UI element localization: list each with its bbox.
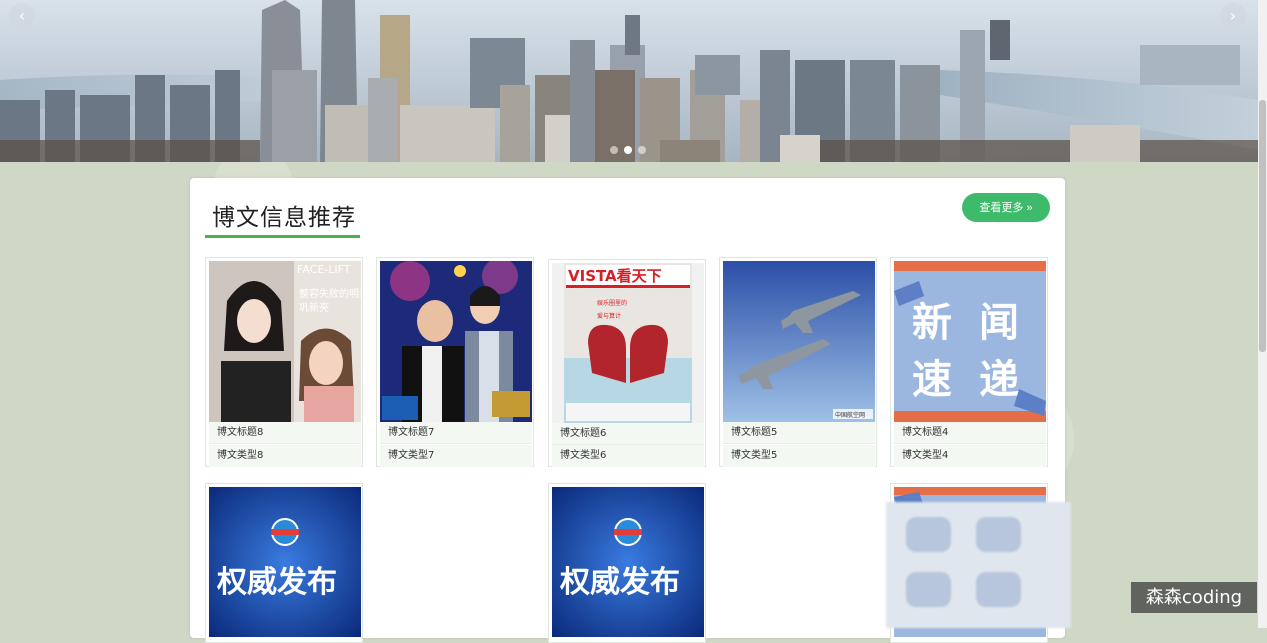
blog-card-title: 博文标题8: [209, 422, 361, 444]
blog-card-type: 博文类型8: [209, 445, 361, 467]
blog-card-image: 权威发布: [209, 487, 361, 637]
banner-dot[interactable]: [610, 146, 618, 154]
banner-dot-active[interactable]: [624, 146, 632, 154]
blog-card[interactable]: VISTA看天下 娱乐圈里的 爱与算计 博文标题6 博文类型6: [548, 259, 706, 467]
blog-card-title: 博文标题7: [380, 422, 532, 444]
banner-prev-button[interactable]: ‹: [9, 3, 35, 29]
blog-card-title: 博文标题6: [552, 423, 704, 445]
blog-card-type: 博文类型5: [723, 445, 875, 467]
svg-text:新: 新: [912, 300, 952, 346]
svg-text:速: 速: [912, 357, 952, 403]
blog-card[interactable]: 博文标题7 博文类型7: [376, 257, 534, 467]
blog-card-title: 博文标题5: [723, 422, 875, 444]
blog-card-type: 博文类型6: [552, 445, 704, 467]
blog-card[interactable]: FACE-LIFT 整容失败的明星 巩新亮 博文标题8 博文类型8: [205, 257, 363, 467]
banner-next-button[interactable]: ›: [1220, 3, 1246, 29]
blog-card-type: 博文类型7: [380, 445, 532, 467]
blog-card[interactable]: 新 闻 速 递 博文标题4 博文类型4: [890, 257, 1048, 467]
banner-pagination: [610, 146, 646, 154]
blog-card-image: VISTA看天下 娱乐圈里的 爱与算计: [552, 263, 704, 423]
watermark-label: 森森coding: [1131, 582, 1257, 613]
svg-text:娱乐圈里的: 娱乐圈里的: [597, 299, 627, 307]
blog-card-image: 中国航空网: [723, 261, 875, 422]
svg-text:闻: 闻: [979, 300, 1019, 346]
city-skyline-image: [0, 0, 1258, 162]
blog-card-title: 博文标题4: [894, 422, 1046, 444]
blog-card-image: 权威发布: [552, 487, 704, 637]
svg-text:权威发布: 权威发布: [559, 565, 680, 600]
blog-card-image: FACE-LIFT 整容失败的明星 巩新亮: [209, 261, 361, 422]
chevron-right-icon: ›: [1229, 6, 1237, 25]
blog-card[interactable]: 权威发布: [205, 483, 363, 643]
svg-text:整容失败的明星: 整容失败的明星: [299, 287, 361, 300]
blog-card-image: 新 闻 速 递: [894, 261, 1046, 422]
view-more-button[interactable]: 查看更多 »: [962, 193, 1050, 222]
blog-card-image: [380, 261, 532, 422]
svg-text:递: 递: [979, 357, 1019, 403]
blog-card[interactable]: 中国航空网 博文标题5 博文类型5: [719, 257, 877, 467]
title-underline: [205, 235, 360, 238]
svg-text:权威发布: 权威发布: [216, 565, 337, 600]
svg-text:FACE-LIFT: FACE-LIFT: [297, 263, 351, 276]
svg-text:VISTA看天下: VISTA看天下: [568, 267, 662, 285]
hero-banner: ‹ ›: [0, 0, 1258, 162]
scrollbar-thumb[interactable]: [1259, 100, 1266, 352]
blog-card-type: 博文类型4: [894, 445, 1046, 467]
svg-text:中国航空网: 中国航空网: [835, 411, 865, 419]
chevron-left-icon: ‹: [18, 6, 26, 25]
page-scrollbar[interactable]: [1258, 0, 1267, 628]
section-title: 博文信息推荐: [212, 205, 356, 231]
svg-text:爱与算计: 爱与算计: [597, 312, 621, 320]
banner-dot[interactable]: [638, 146, 646, 154]
svg-text:巩新亮: 巩新亮: [299, 301, 329, 314]
blog-card[interactable]: 权威发布: [548, 483, 706, 643]
blurred-overlay: [886, 502, 1071, 628]
